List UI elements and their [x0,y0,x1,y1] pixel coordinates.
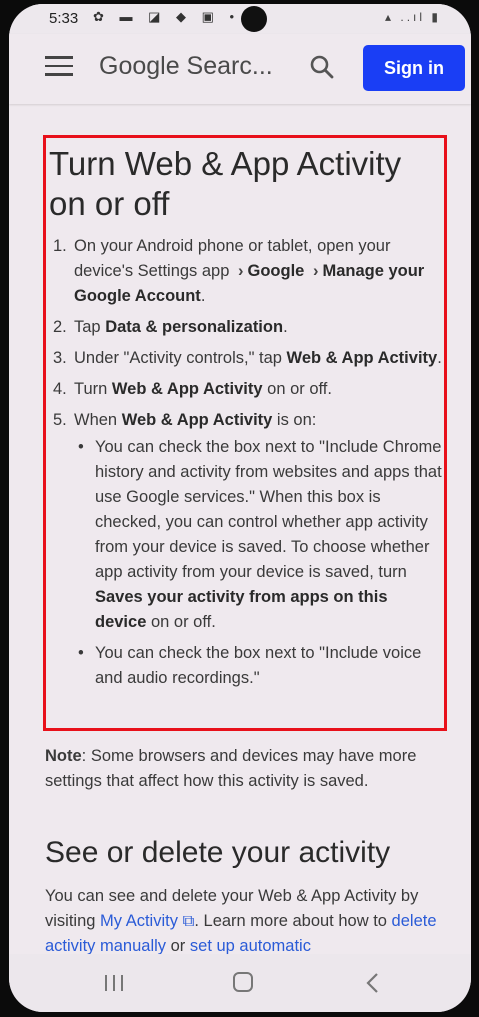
home-icon[interactable] [233,972,253,992]
step-item: 4. Turn Web & App Activity on or off. [53,380,332,398]
phone-screen: 5:33 ✿ ▬ ◪ ◆ ▣ • ▴ ..ıl ▮ Google Searc..… [9,4,471,1012]
steps-list: 1. On your Android phone or tablet, open… [53,234,443,697]
menu-icon[interactable] [45,56,73,80]
paragraph: You can see and delete your Web & App Ac… [45,887,437,955]
article-content: Turn Web & App Activity on or off 1. On … [9,104,471,955]
status-time: 5:33 [49,10,79,27]
sub-bullets: • You can check the box next to "Include… [74,435,443,691]
notification-icons: ✿ ▬ ◪ ◆ ▣ • [93,9,241,24]
app-bar: Google Searc... Sign in [9,34,471,104]
app-title: Google Searc... [99,52,273,80]
bullet-item: • You can check the box next to "Include… [78,644,422,687]
system-nav-bar [9,954,471,1012]
note-text: Note: Some browsers and devices may have… [45,747,417,790]
section-heading: Turn Web & App Activity on or off [49,145,402,222]
camera-cutout [241,6,267,32]
my-activity-link[interactable]: My Activity [100,912,178,930]
step-item: 2. Tap Data & personalization. [53,318,288,336]
sign-in-button[interactable]: Sign in [363,45,465,91]
status-bar: 5:33 ✿ ▬ ◪ ◆ ▣ • ▴ ..ıl ▮ [9,4,471,34]
auto-delete-link[interactable]: set up automatic [190,937,311,955]
recents-icon[interactable] [103,974,125,992]
step-item: 5. When Web & App Activity is on: • You … [53,408,443,691]
chevron-right-icon: › [312,262,319,280]
signal-battery-icons: ▴ ..ıl ▮ [385,10,441,24]
external-link-icon[interactable]: ⧉ [183,912,195,930]
section-heading-2: See or delete your activity [45,836,391,869]
bullet-item: • You can check the box next to "Include… [78,438,442,631]
back-icon[interactable] [363,971,383,995]
step-item: 1. On your Android phone or tablet, open… [53,237,425,305]
search-icon[interactable] [309,54,335,80]
chevron-right-icon: › [238,262,244,280]
step-item: 3. Under "Activity controls," tap Web & … [53,349,442,367]
